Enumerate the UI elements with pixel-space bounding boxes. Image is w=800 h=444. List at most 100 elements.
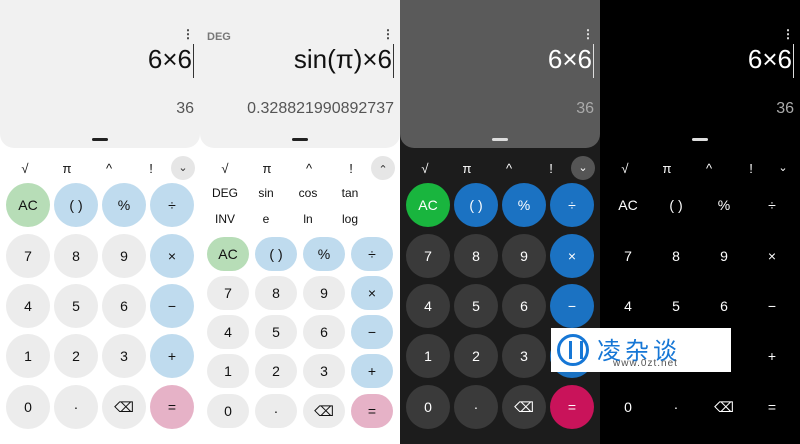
percent-button[interactable]: % <box>303 237 345 271</box>
multiply-button[interactable]: × <box>150 234 194 278</box>
multiply-button[interactable]: × <box>750 234 794 278</box>
sin-button[interactable]: sin <box>246 186 286 200</box>
multiply-button[interactable]: × <box>351 276 393 310</box>
expression-field[interactable]: sin(π)×6 <box>294 44 394 79</box>
digit-4-button[interactable]: 4 <box>606 284 650 328</box>
digit-5-button[interactable]: 5 <box>454 284 498 328</box>
divide-button[interactable]: ÷ <box>150 183 194 227</box>
digit-8-button[interactable]: 8 <box>454 234 498 278</box>
parentheses-button[interactable]: ( ) <box>255 237 297 271</box>
sqrt-button[interactable]: √ <box>210 161 240 176</box>
digit-0-button[interactable]: 0 <box>6 385 50 429</box>
power-button[interactable]: ^ <box>494 161 524 176</box>
backspace-icon[interactable]: ⌫ <box>102 385 146 429</box>
clear-button[interactable]: AC <box>6 183 50 227</box>
digit-3-button[interactable]: 3 <box>102 334 146 378</box>
drag-handle[interactable] <box>92 138 108 141</box>
percent-button[interactable]: % <box>702 183 746 227</box>
more-menu-icon[interactable]: ⋮ <box>182 28 194 40</box>
digit-0-button[interactable]: 0 <box>207 394 249 428</box>
expression-field[interactable]: 6×6 <box>548 44 594 79</box>
parentheses-button[interactable]: ( ) <box>54 183 98 227</box>
more-menu-icon[interactable]: ⋮ <box>582 28 594 40</box>
decimal-point-button[interactable]: · <box>654 385 698 429</box>
digit-2-button[interactable]: 2 <box>454 334 498 378</box>
divide-button[interactable]: ÷ <box>351 237 393 271</box>
tan-button[interactable]: tan <box>330 186 370 200</box>
digit-9-button[interactable]: 9 <box>502 234 546 278</box>
backspace-icon[interactable]: ⌫ <box>702 385 746 429</box>
plus-button[interactable]: + <box>150 334 194 378</box>
expand-chevron-icon[interactable]: ⌄ <box>171 156 195 180</box>
clear-button[interactable]: AC <box>606 183 650 227</box>
factorial-button[interactable]: ! <box>136 161 166 176</box>
factorial-button[interactable]: ! <box>536 161 566 176</box>
pi-button[interactable]: π <box>252 161 282 176</box>
sqrt-button[interactable]: √ <box>10 161 40 176</box>
divide-button[interactable]: ÷ <box>750 183 794 227</box>
divide-button[interactable]: ÷ <box>550 183 594 227</box>
pi-button[interactable]: π <box>652 161 682 176</box>
drag-handle[interactable] <box>692 138 708 141</box>
digit-8-button[interactable]: 8 <box>654 234 698 278</box>
digit-8-button[interactable]: 8 <box>255 276 297 310</box>
digit-1-button[interactable]: 1 <box>6 334 50 378</box>
digit-1-button[interactable]: 1 <box>207 354 249 388</box>
pi-button[interactable]: π <box>52 161 82 176</box>
digit-9-button[interactable]: 9 <box>303 276 345 310</box>
digit-5-button[interactable]: 5 <box>654 284 698 328</box>
digit-3-button[interactable]: 3 <box>303 354 345 388</box>
factorial-button[interactable]: ! <box>336 161 366 176</box>
digit-2-button[interactable]: 2 <box>255 354 297 388</box>
collapse-chevron-icon[interactable]: ⌄ <box>371 156 395 180</box>
percent-button[interactable]: % <box>102 183 146 227</box>
digit-5-button[interactable]: 5 <box>54 284 98 328</box>
cos-button[interactable]: cos <box>288 186 328 200</box>
digit-4-button[interactable]: 4 <box>6 284 50 328</box>
digit-7-button[interactable]: 7 <box>606 234 650 278</box>
backspace-icon[interactable]: ⌫ <box>502 385 546 429</box>
ln-button[interactable]: ln <box>288 212 328 226</box>
digit-6-button[interactable]: 6 <box>303 315 345 349</box>
digit-7-button[interactable]: 7 <box>406 234 450 278</box>
digit-0-button[interactable]: 0 <box>406 385 450 429</box>
minus-button[interactable]: − <box>750 284 794 328</box>
percent-button[interactable]: % <box>502 183 546 227</box>
digit-5-button[interactable]: 5 <box>255 315 297 349</box>
factorial-button[interactable]: ! <box>736 161 766 176</box>
more-menu-icon[interactable]: ⋮ <box>382 28 394 40</box>
inverse-button[interactable]: INV <box>205 212 245 226</box>
digit-2-button[interactable]: 2 <box>54 334 98 378</box>
digit-0-button[interactable]: 0 <box>606 385 650 429</box>
digit-8-button[interactable]: 8 <box>54 234 98 278</box>
digit-7-button[interactable]: 7 <box>6 234 50 278</box>
digit-6-button[interactable]: 6 <box>502 284 546 328</box>
equals-button[interactable]: = <box>150 385 194 429</box>
multiply-button[interactable]: × <box>550 234 594 278</box>
decimal-point-button[interactable]: · <box>255 394 297 428</box>
parentheses-button[interactable]: ( ) <box>454 183 498 227</box>
digit-1-button[interactable]: 1 <box>406 334 450 378</box>
decimal-point-button[interactable]: · <box>54 385 98 429</box>
drag-handle[interactable] <box>492 138 508 141</box>
equals-button[interactable]: = <box>750 385 794 429</box>
digit-6-button[interactable]: 6 <box>102 284 146 328</box>
power-button[interactable]: ^ <box>94 161 124 176</box>
digit-6-button[interactable]: 6 <box>702 284 746 328</box>
expression-field[interactable]: 6×6 <box>148 44 194 79</box>
digit-9-button[interactable]: 9 <box>102 234 146 278</box>
power-button[interactable]: ^ <box>694 161 724 176</box>
drag-handle[interactable] <box>292 138 308 141</box>
digit-9-button[interactable]: 9 <box>702 234 746 278</box>
expand-chevron-icon[interactable]: ⌄ <box>571 156 595 180</box>
sqrt-button[interactable]: √ <box>410 161 440 176</box>
digit-4-button[interactable]: 4 <box>406 284 450 328</box>
clear-button[interactable]: AC <box>207 237 249 271</box>
euler-button[interactable]: e <box>246 212 286 226</box>
digit-4-button[interactable]: 4 <box>207 315 249 349</box>
power-button[interactable]: ^ <box>294 161 324 176</box>
expression-field[interactable]: 6×6 <box>748 44 794 79</box>
pi-button[interactable]: π <box>452 161 482 176</box>
parentheses-button[interactable]: ( ) <box>654 183 698 227</box>
digit-7-button[interactable]: 7 <box>207 276 249 310</box>
